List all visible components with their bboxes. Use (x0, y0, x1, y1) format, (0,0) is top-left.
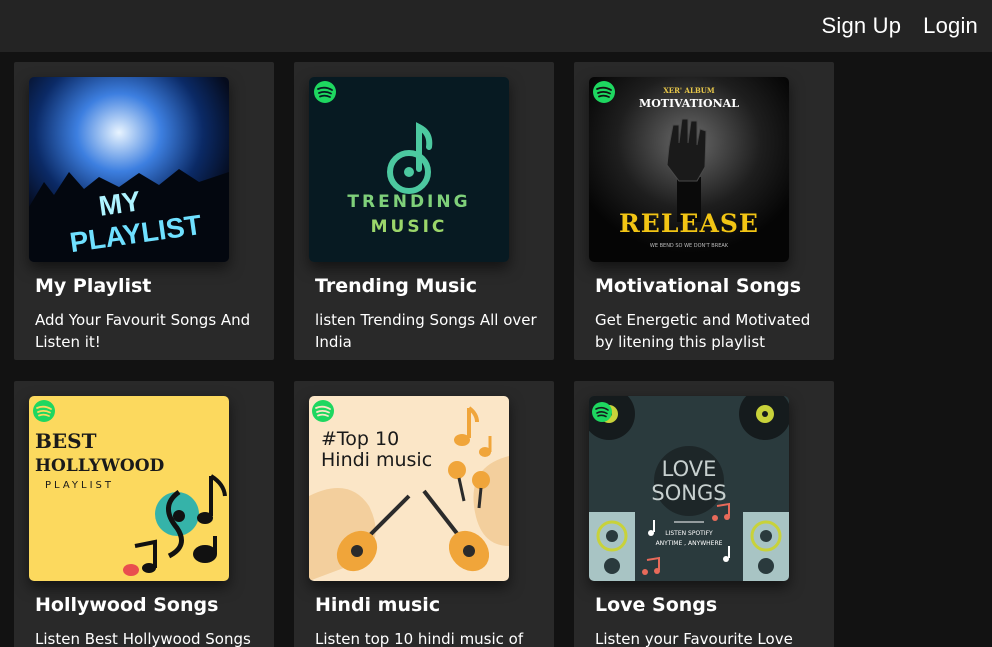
cover-text: PLAYLIST (45, 480, 114, 491)
cover-text: SONGS (651, 481, 726, 505)
playlist-title: My Playlist (35, 275, 152, 297)
cover-text: BEST (35, 429, 97, 453)
login-link[interactable]: Login (923, 13, 978, 39)
cover-text: LISTEN SPOTIFY (665, 530, 713, 537)
top-navbar: Sign Up Login (0, 0, 992, 52)
playlist-description: Listen top 10 hindi music of (315, 630, 524, 647)
playlist-cover-image: XER' ALBUM MOTIVATIONAL RELEASE WE BEND … (589, 77, 789, 262)
signup-link[interactable]: Sign Up (821, 13, 901, 39)
playlist-cover-image: LOVE SONGS LISTEN SPOTIFY ANYTIME , ANYW… (589, 396, 789, 581)
playlist-title: Hindi music (315, 594, 441, 616)
cover-text: XER' ALBUM (663, 86, 715, 95)
spotify-icon (314, 81, 336, 103)
playlist-card-trending-music[interactable]: TRENDING MUSIC Trending Music listen Tre… (294, 62, 554, 360)
cover-text: Hindi music (321, 449, 432, 471)
playlist-description: Listen your Favourite Love (595, 630, 793, 647)
cover-text: LOVE (662, 457, 717, 481)
playlist-description: Add Your Favourit Songs And Listen it! (35, 311, 251, 351)
playlist-description: Get Energetic and Motivated by litening … (595, 311, 811, 351)
playlist-title: Love Songs (595, 594, 718, 616)
cover-text: ANYTIME , ANYWHERE (656, 540, 723, 547)
playlist-title: Motivational Songs (595, 275, 802, 297)
cover-text: MY (97, 185, 143, 222)
playlist-cover-image: TRENDING MUSIC (309, 77, 509, 262)
playlist-description: Listen Best Hollywood Songs (35, 630, 251, 647)
playlist-card-hindi-music[interactable]: #Top 10 Hindi music Hindi music Listen t… (294, 381, 554, 647)
cover-text: MOTIVATIONAL (639, 97, 739, 110)
playlist-card-love-songs[interactable]: LOVE SONGS LISTEN SPOTIFY ANYTIME , ANYW… (574, 381, 834, 647)
cover-text: #Top 10 (321, 428, 399, 450)
playlist-description: listen Trending Songs All over India (315, 311, 537, 351)
playlist-card-hollywood-songs[interactable]: BEST HOLLYWOOD PLAYLIST Hollywood Songs … (14, 381, 274, 647)
playlist-cover-image: MY PLAYLIST (29, 77, 229, 262)
playlist-cover-image: BEST HOLLYWOOD PLAYLIST (29, 396, 229, 581)
cover-text: HOLLYWOOD (35, 456, 165, 476)
cover-text: WE BEND SO WE DON'T BREAK (650, 243, 729, 249)
playlist-cover-image: #Top 10 Hindi music (309, 396, 509, 581)
spotify-icon (33, 400, 55, 422)
playlist-card-my-playlist[interactable]: MY PLAYLIST My Playlist Add Your Favouri… (14, 62, 274, 360)
playlist-title: Trending Music (315, 275, 478, 297)
spotify-icon (592, 402, 612, 422)
cover-text: MUSIC (371, 217, 448, 237)
cover-text: TRENDING (347, 192, 470, 212)
playlist-title: Hollywood Songs (35, 594, 219, 616)
spotify-icon (312, 400, 334, 422)
cover-text: RELEASE (619, 209, 759, 238)
playlist-card-motivational-songs[interactable]: XER' ALBUM MOTIVATIONAL RELEASE WE BEND … (574, 62, 834, 360)
spotify-icon (593, 81, 615, 103)
